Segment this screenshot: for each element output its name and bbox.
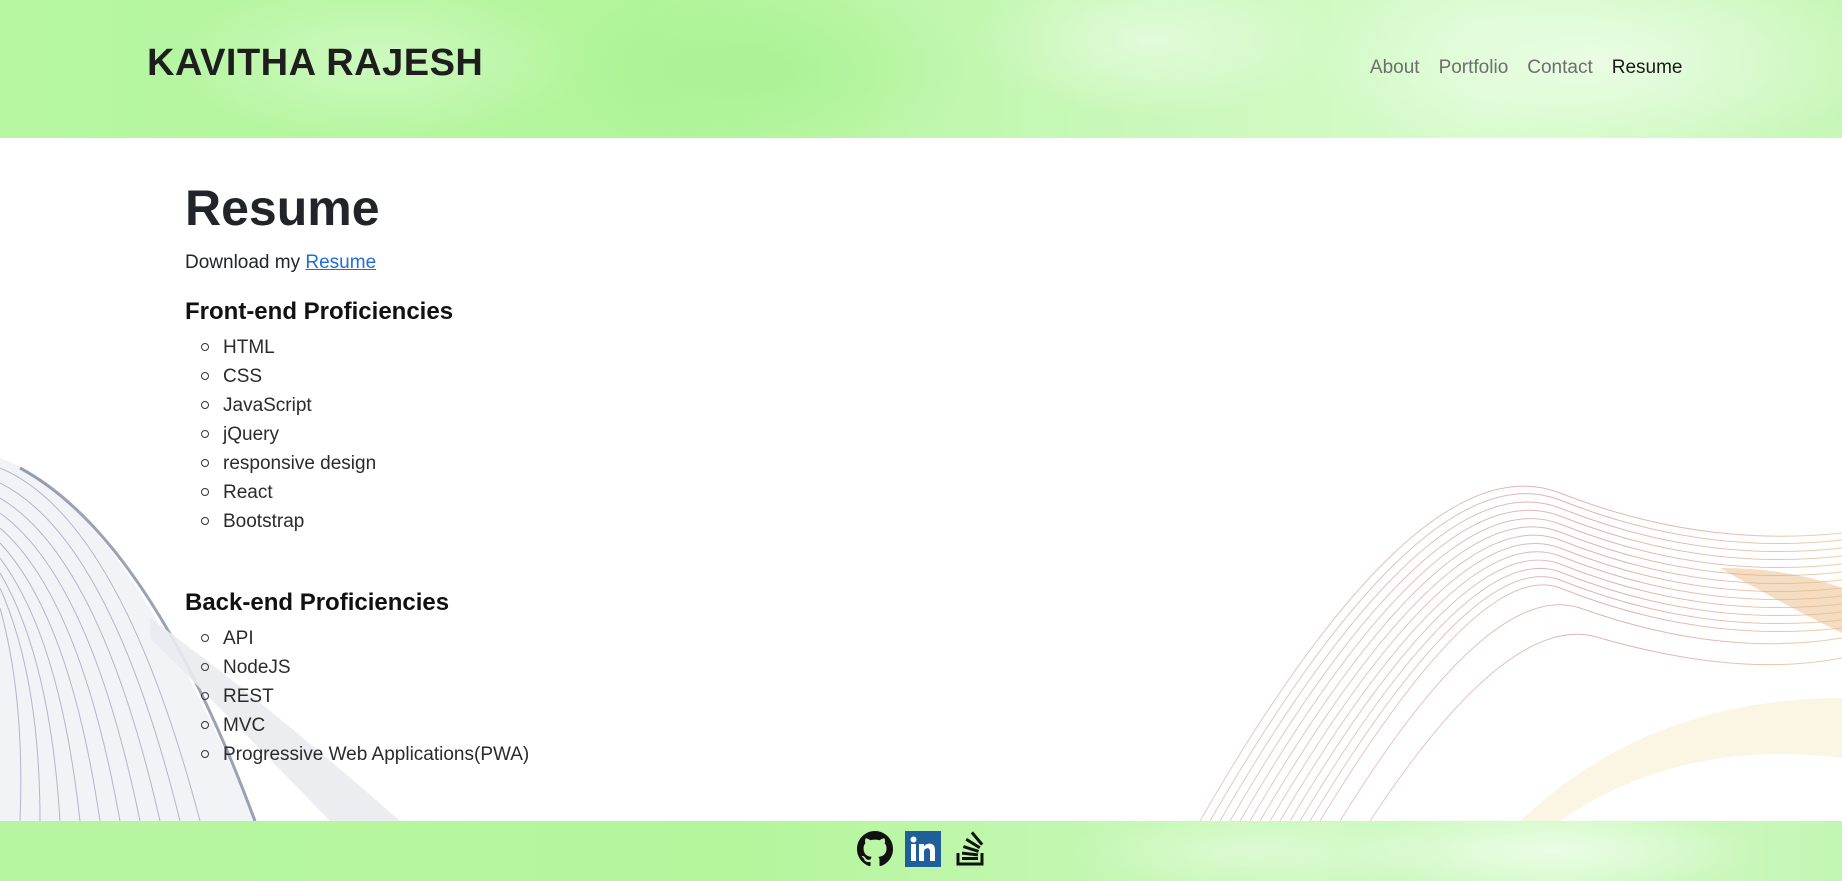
list-item: NodeJS	[200, 653, 529, 682]
frontend-skills-list: HTML CSS JavaScript jQuery responsive de…	[185, 333, 529, 536]
list-item: MVC	[200, 711, 529, 740]
github-link[interactable]	[857, 831, 893, 867]
list-item: responsive design	[200, 449, 529, 478]
resume-download-link[interactable]: Resume	[305, 252, 376, 273]
brand-name[interactable]: KAVITHA RAJESH	[147, 40, 483, 86]
nav-resume[interactable]: Resume	[1602, 55, 1692, 81]
list-item: CSS	[200, 362, 529, 391]
page: KAVITHA RAJESH About Portfolio Contact R…	[0, 0, 1842, 881]
linkedin-link[interactable]	[905, 831, 941, 867]
backend-heading: Back-end Proficiencies	[185, 589, 450, 616]
linkedin-icon	[905, 831, 941, 867]
stackoverflow-icon	[956, 831, 984, 866]
social-links	[857, 831, 989, 867]
backend-skills-list: API NodeJS REST MVC Progressive Web Appl…	[185, 624, 529, 769]
download-line: Download my Resume	[185, 250, 529, 276]
github-icon	[857, 831, 893, 867]
list-item: React	[200, 478, 529, 507]
list-item: Progressive Web Applications(PWA)	[200, 740, 529, 769]
site-footer	[0, 821, 1842, 881]
list-item: jQuery	[200, 420, 529, 449]
list-item: REST	[200, 682, 529, 711]
list-item: API	[200, 624, 529, 653]
list-item: Bootstrap	[200, 507, 529, 536]
download-prefix: Download my	[185, 252, 306, 273]
main-content: Resume Download my Resume Front-end Prof…	[0, 138, 1842, 821]
nav-portfolio[interactable]: Portfolio	[1429, 55, 1518, 81]
page-title: Resume	[185, 180, 380, 236]
nav-about[interactable]: About	[1360, 55, 1429, 81]
stackoverflow-link[interactable]	[953, 831, 989, 867]
list-item: JavaScript	[200, 391, 529, 420]
site-header: KAVITHA RAJESH About Portfolio Contact R…	[0, 0, 1842, 138]
nav-contact[interactable]: Contact	[1518, 55, 1602, 81]
list-item: HTML	[200, 333, 529, 362]
frontend-heading: Front-end Proficiencies	[185, 298, 454, 325]
main-nav: About Portfolio Contact Resume	[1360, 55, 1692, 81]
resume-content: Resume Download my Resume Front-end Prof…	[185, 178, 529, 769]
